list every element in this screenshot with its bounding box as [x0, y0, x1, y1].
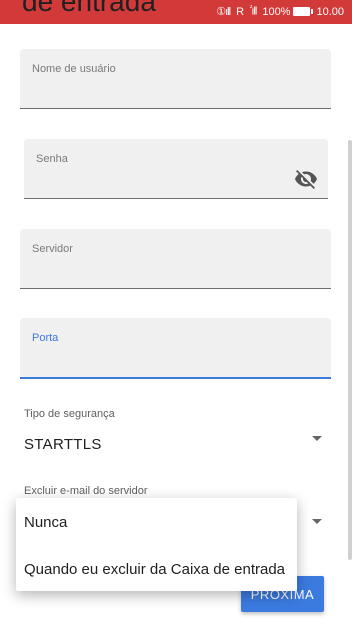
dropdown-arrow-icon [312, 519, 322, 524]
password-label: Senha [36, 153, 68, 165]
scrollbar[interactable] [348, 140, 352, 560]
delete-email-dropdown-menu: Nunca Quando eu excluir da Caixa de entr… [16, 498, 297, 591]
sim2-signal-icon: ²ıll [250, 5, 257, 18]
username-field[interactable]: Nome de usuário [20, 49, 331, 109]
server-field[interactable]: Servidor [20, 229, 331, 289]
battery-icon [293, 7, 314, 16]
delete-email-label: Excluir e-mail do servidor [24, 485, 148, 497]
port-label: Porta [32, 332, 59, 344]
visibility-off-icon[interactable] [294, 167, 318, 191]
roaming-indicator: R [236, 5, 245, 18]
security-type-select[interactable]: Tipo de segurança STARTTLS [24, 408, 324, 453]
port-field[interactable]: Porta [20, 318, 331, 379]
username-label: Nome de usuário [32, 63, 116, 75]
server-label: Servidor [32, 243, 73, 255]
password-field[interactable]: Senha [24, 139, 328, 199]
battery-indicator: 100% [262, 6, 314, 18]
delete-email-select[interactable]: Excluir e-mail do servidor [24, 485, 324, 524]
menu-item-when-deleted-from-inbox[interactable]: Quando eu excluir da Caixa de entrada [24, 561, 285, 578]
menu-item-never[interactable]: Nunca [24, 514, 67, 531]
page-heading: de entrada [22, 0, 156, 17]
sim1-signal-icon: ①ıll [216, 6, 231, 18]
dropdown-arrow-icon [312, 436, 322, 441]
security-type-label: Tipo de segurança [24, 408, 115, 420]
security-type-value: STARTTLS [24, 436, 102, 453]
clock: 10.00 [316, 5, 344, 18]
